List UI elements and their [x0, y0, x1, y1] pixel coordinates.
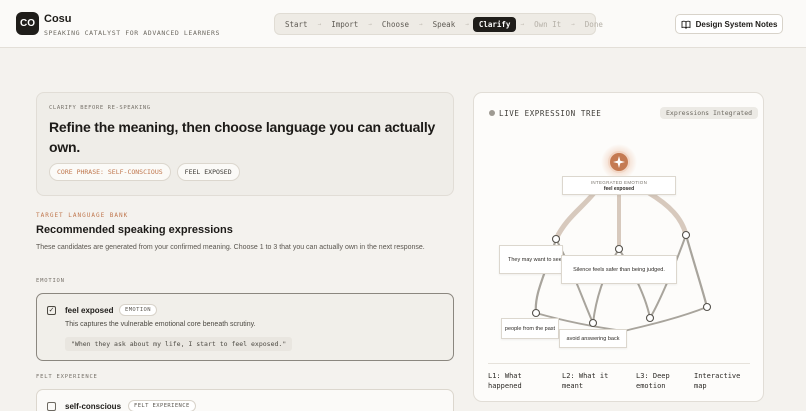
- app-tagline: SPEAKING CATALYST FOR ADVANCED LEARNERS: [44, 29, 221, 37]
- root-expression-node[interactable]: INTEGRATED EMOTION feel exposed: [562, 176, 676, 195]
- tree-node-center[interactable]: Silence feels safer than being judged.: [561, 255, 677, 284]
- legend-divider: [488, 363, 750, 364]
- legend-interactive-map[interactable]: Interactive map: [694, 371, 754, 391]
- app-name: Cosu: [44, 13, 72, 25]
- legend-l1: L1: What happened: [488, 372, 522, 390]
- progress-stepper: Start → Import → Choose → Speak → Clarif…: [274, 13, 603, 35]
- tree-junction: [588, 318, 598, 328]
- step-separator: →: [317, 20, 322, 28]
- bank-description: These candidates are generated from your…: [36, 244, 425, 251]
- step-separator: →: [520, 20, 525, 28]
- step-start[interactable]: Start: [279, 17, 314, 32]
- root-node-text: feel exposed: [603, 185, 635, 192]
- bank-eyebrow: TARGET LANGUAGE BANK: [36, 212, 129, 219]
- step-own-it[interactable]: Own It: [528, 17, 567, 32]
- group-label-emotion: EMOTION: [36, 278, 65, 284]
- bank-title: Recommended speaking expressions: [36, 224, 233, 236]
- tree-node-bottom-center[interactable]: avoid answering back: [559, 329, 627, 348]
- tree-branch: [684, 234, 709, 308]
- step-separator: →: [419, 20, 423, 28]
- step-import[interactable]: Import: [325, 17, 364, 32]
- root-node-label: INTEGRATED EMOTION: [590, 179, 648, 185]
- tree-junction: [645, 313, 655, 323]
- design-system-notes-button[interactable]: Design System Notes: [675, 14, 783, 34]
- app-header: CO Cosu SPEAKING CATALYST FOR ADVANCED L…: [0, 0, 806, 48]
- tree-junction: [614, 244, 624, 254]
- candidate-self-conscious[interactable]: self-conscious FELT EXPERIENCE: [36, 389, 454, 411]
- candidate-description: This captures the vulnerable emotional c…: [65, 321, 256, 328]
- legend-l3: L3: Deep emotion: [636, 372, 670, 390]
- checkbox-checked[interactable]: ✓: [47, 306, 56, 315]
- clarify-eyebrow: CLARIFY BEFORE RE-SPEAKING: [49, 105, 151, 111]
- step-speak[interactable]: Speak: [427, 17, 462, 32]
- step-done[interactable]: Done: [579, 17, 609, 32]
- tree-junction: [551, 234, 561, 244]
- tree-junction: [531, 308, 541, 318]
- core-phrase-chip[interactable]: CORE PHRASE: SELF-CONSCIOUS: [49, 163, 171, 181]
- tree-junction: [681, 230, 691, 240]
- tree-node-bottom-left[interactable]: people from the past: [501, 318, 559, 339]
- app-logo[interactable]: CO: [16, 12, 39, 35]
- group-label-felt-experience: FELT EXPERIENCE: [36, 374, 98, 380]
- step-choose[interactable]: Choose: [376, 17, 415, 32]
- candidate-tag: EMOTION: [119, 304, 157, 316]
- tree-node-left[interactable]: They may want to see: [499, 245, 563, 274]
- tree-branch: [646, 190, 689, 238]
- step-separator: →: [368, 20, 372, 28]
- feel-exposed-chip[interactable]: FEEL EXPOSED: [176, 163, 240, 181]
- legend-l2: L2: What it meant: [562, 372, 609, 390]
- step-separator: →: [465, 20, 469, 28]
- step-separator: →: [571, 20, 575, 28]
- tree-branch: [553, 190, 597, 242]
- step-clarify[interactable]: Clarify: [472, 16, 517, 32]
- clarify-title: Refine the meaning, then choose language…: [49, 119, 436, 155]
- candidate-feel-exposed[interactable]: ✓ feel exposed EMOTION This captures the…: [36, 293, 454, 361]
- tree-junction: [702, 302, 712, 312]
- candidate-title: self-conscious: [65, 402, 122, 411]
- expression-tree-panel: LIVE EXPRESSION TREE Expressions Integra…: [473, 92, 764, 402]
- candidate-tag: FELT EXPERIENCE: [128, 400, 196, 411]
- tree-branch: [623, 306, 708, 332]
- book-icon: [681, 20, 691, 29]
- clarify-card: CLARIFY BEFORE RE-SPEAKING Refine the me…: [36, 92, 454, 196]
- checkbox-unchecked[interactable]: [47, 402, 56, 411]
- design-system-notes-label: Design System Notes: [695, 19, 778, 29]
- candidate-title: feel exposed: [65, 306, 114, 315]
- candidate-example: "When they ask about my life, I start to…: [65, 337, 293, 351]
